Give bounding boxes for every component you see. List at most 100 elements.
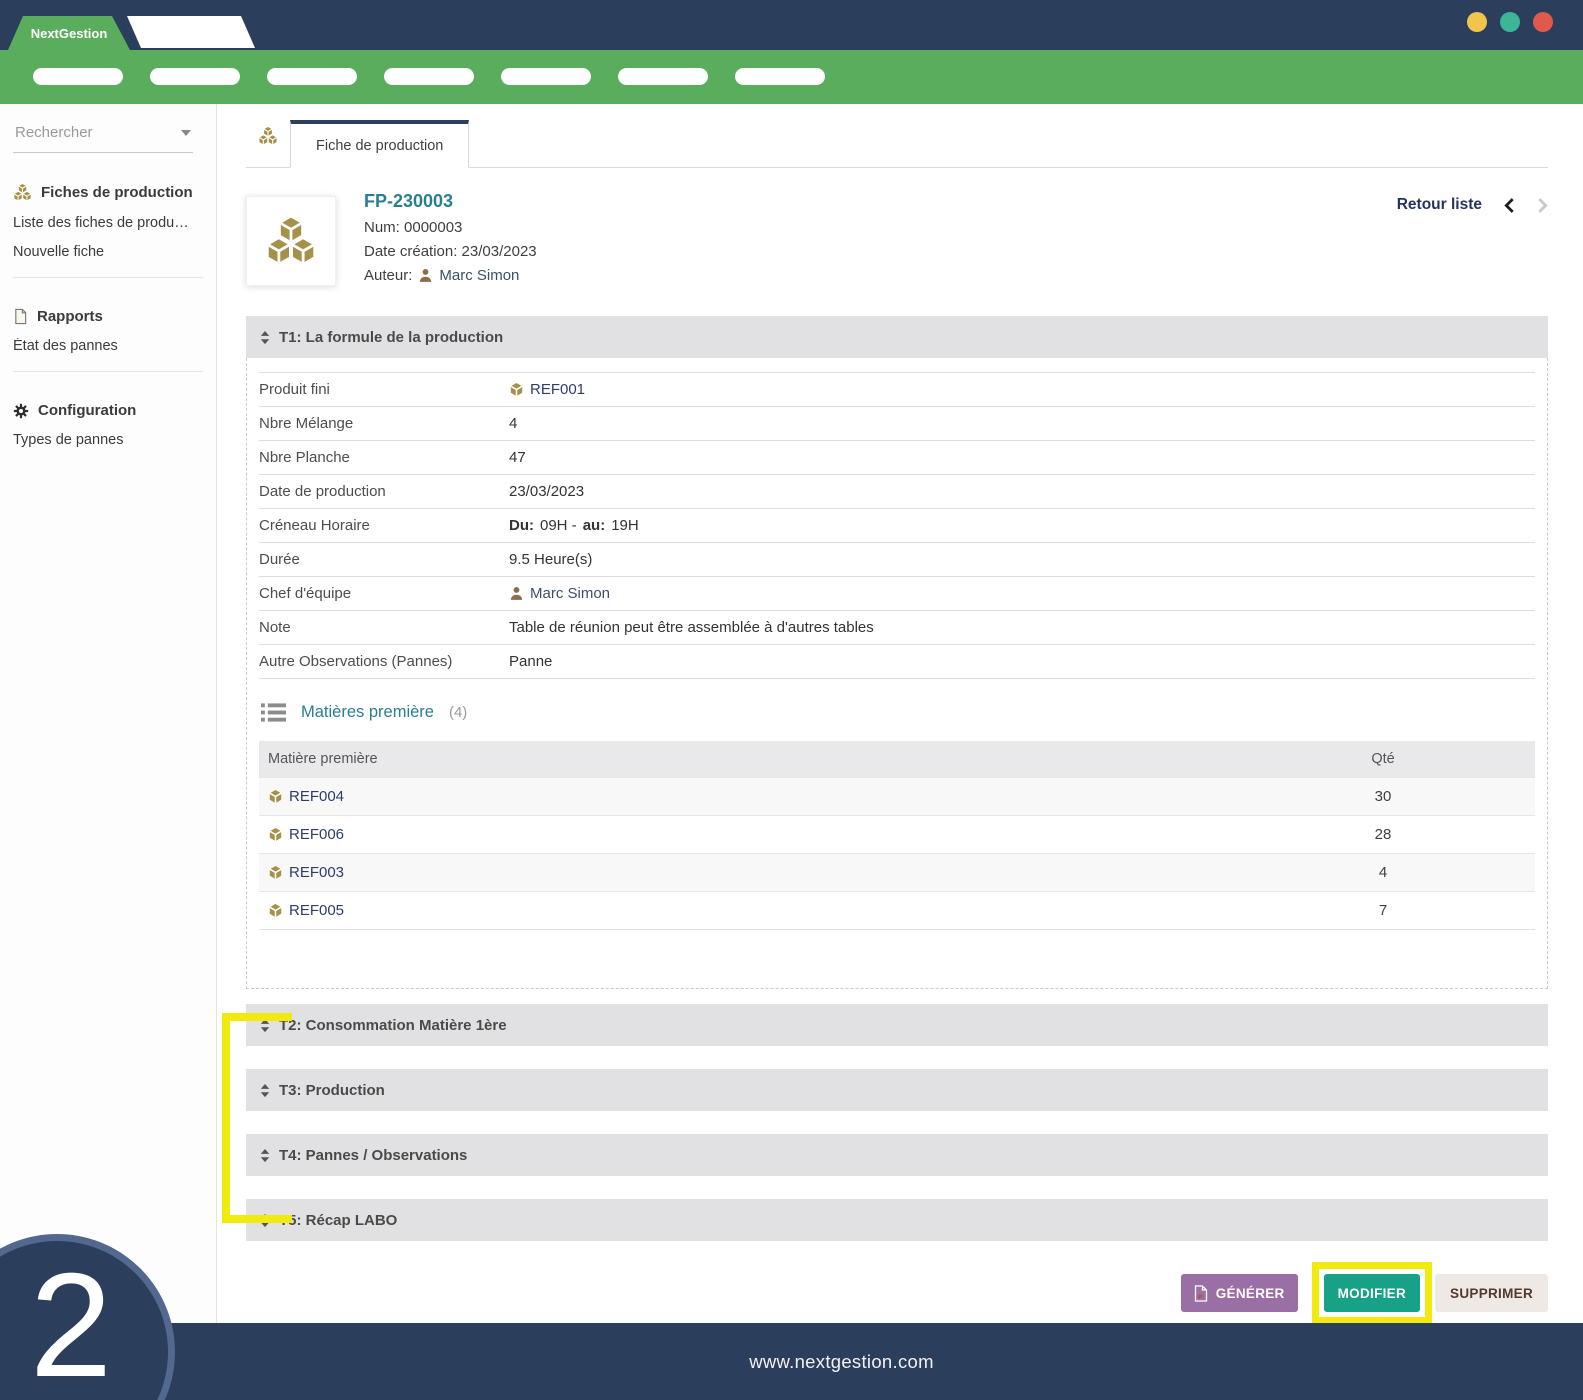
field-value-text: Marc Simon: [530, 585, 610, 602]
actions-row: GÉNÉRER MODIFIER SUPPRIMER: [246, 1262, 1548, 1324]
annotation-bracket: [222, 1013, 292, 1223]
author-link[interactable]: Marc Simon: [439, 267, 519, 284]
material-ref: REF004: [289, 788, 344, 805]
page: NextGestion Rechercher Fiches de product…: [0, 0, 1583, 1400]
field-row: Chef d'équipe Marc Simon: [259, 577, 1535, 611]
field-value-text: REF001: [530, 381, 585, 398]
tab-home-icon-slot: [246, 104, 290, 167]
material-link[interactable]: REF003: [259, 864, 1231, 881]
record-created: Date création: 23/03/2023: [364, 243, 537, 260]
record-icon-card: [246, 196, 336, 286]
modify-button[interactable]: MODIFIER: [1324, 1274, 1420, 1312]
material-qty: 4: [1231, 864, 1535, 881]
footer: www.nextgestion.com: [0, 1323, 1583, 1400]
record-author-line: Auteur: Marc Simon: [364, 267, 537, 284]
materials-title-link[interactable]: Matières première: [301, 703, 434, 722]
caret-down-icon: [181, 130, 191, 136]
field-value[interactable]: Marc Simon: [509, 585, 610, 602]
tab-strip: Fiche de production: [246, 104, 1548, 168]
app-logo-text: NextGestion: [31, 26, 108, 41]
chevron-left-icon[interactable]: [1504, 197, 1515, 214]
sidebar-section-header[interactable]: Rapports: [13, 308, 216, 325]
gear-icon: [13, 403, 29, 419]
material-link[interactable]: REF006: [259, 826, 1231, 843]
material-link[interactable]: REF005: [259, 902, 1231, 919]
materials-count: (4): [449, 704, 467, 721]
sidebar-item[interactable]: Nouvelle fiche: [13, 244, 198, 260]
field-value: 47: [509, 449, 526, 466]
nav-item-placeholder[interactable]: [618, 68, 708, 85]
tab-fiche-de-production[interactable]: Fiche de production: [290, 120, 469, 168]
cube-icon: [509, 382, 524, 397]
section-header-collapsed[interactable]: T4: Pannes / Observations: [246, 1134, 1548, 1176]
materials-table-header: Matière première Qté: [259, 741, 1535, 777]
chevron-right-icon[interactable]: [1537, 197, 1548, 214]
material-qty: 30: [1231, 788, 1535, 805]
nav-item-placeholder[interactable]: [33, 68, 123, 85]
sidebar-section: Rapports État des pannes: [13, 308, 216, 354]
col-header-qte: Qté: [1231, 751, 1535, 767]
field-value: 4: [509, 415, 517, 432]
section-header-collapsed[interactable]: T2: Consommation Matière 1ère: [246, 1004, 1548, 1046]
field-row: Nbre Mélange4: [259, 407, 1535, 441]
field-row: Autre Observations (Pannes)Panne: [259, 645, 1535, 679]
person-icon: [509, 586, 524, 601]
field-row: Date de production23/03/2023: [259, 475, 1535, 509]
app-logo[interactable]: NextGestion: [8, 16, 130, 50]
section-title: T5: Récap LABO: [279, 1212, 397, 1229]
field-value: 9.5 Heure(s): [509, 551, 592, 568]
delete-label: SUPPRIMER: [1450, 1286, 1533, 1301]
sidebar-item[interactable]: État des pannes: [13, 338, 198, 354]
field-value-text: 23/03/2023: [509, 483, 584, 500]
nav-item-placeholder[interactable]: [384, 68, 474, 85]
tab-label: Fiche de production: [316, 138, 443, 154]
record-pagination: Retour liste: [1397, 196, 1548, 286]
window-dots: [1467, 12, 1553, 32]
nav-item-placeholder[interactable]: [150, 68, 240, 85]
spacer: [259, 930, 1535, 988]
field-value: Panne: [509, 653, 552, 670]
person-icon: [418, 268, 433, 283]
collapsed-sections: T2: Consommation Matière 1ère T3: Product…: [246, 1004, 1548, 1241]
search-select[interactable]: Rechercher: [13, 117, 193, 153]
logo-accent: [127, 16, 257, 48]
material-link[interactable]: REF004: [259, 788, 1231, 805]
table-row: REF00628: [259, 815, 1535, 853]
step-number: 2: [30, 1252, 112, 1400]
fields-table: Produit finiREF001Nbre Mélange4Nbre Plan…: [259, 372, 1535, 679]
sidebar-item[interactable]: Types de pannes: [13, 432, 198, 448]
main-nav: [0, 50, 1583, 104]
field-label: Durée: [259, 551, 509, 568]
field-label: Autre Observations (Pannes): [259, 653, 509, 670]
generate-label: GÉNÉRER: [1216, 1286, 1285, 1301]
field-value-part: au:: [583, 517, 606, 534]
sidebar-section-header[interactable]: Fiches de production: [13, 183, 216, 202]
sidebar-section-header[interactable]: Configuration: [13, 402, 216, 419]
sidebar-section: Fiches de production Liste des fiches de …: [13, 183, 216, 260]
sidebar-item[interactable]: Liste des fiches de produ…: [13, 215, 198, 231]
field-label: Nbre Planche: [259, 449, 509, 466]
field-row: Nbre Planche47: [259, 441, 1535, 475]
sidebar-section-label: Fiches de production: [41, 184, 193, 201]
back-to-list-link[interactable]: Retour liste: [1397, 196, 1482, 214]
field-value-text: 47: [509, 449, 526, 466]
record-num: Num: 0000003: [364, 219, 537, 236]
nav-item-placeholder[interactable]: [267, 68, 357, 85]
delete-button[interactable]: SUPPRIMER: [1435, 1274, 1548, 1312]
cube-icon: [268, 865, 283, 880]
field-value[interactable]: REF001: [509, 381, 585, 398]
cube-icon: [268, 903, 283, 918]
section-header-t1[interactable]: T1: La formule de la production: [246, 316, 1548, 358]
generate-button[interactable]: GÉNÉRER: [1181, 1274, 1298, 1312]
nav-item-placeholder[interactable]: [735, 68, 825, 85]
nav-item-placeholder[interactable]: [501, 68, 591, 85]
field-label: Chef d'équipe: [259, 585, 509, 602]
page-title: FP-230003: [364, 191, 537, 212]
field-label: Produit fini: [259, 381, 509, 398]
material-ref: REF003: [289, 864, 344, 881]
field-value: 23/03/2023: [509, 483, 584, 500]
section-header-collapsed[interactable]: T5: Récap LABO: [246, 1199, 1548, 1241]
section-header-collapsed[interactable]: T3: Production: [246, 1069, 1548, 1111]
cube-icon: [268, 789, 283, 804]
field-value-part: Du:: [509, 517, 534, 534]
